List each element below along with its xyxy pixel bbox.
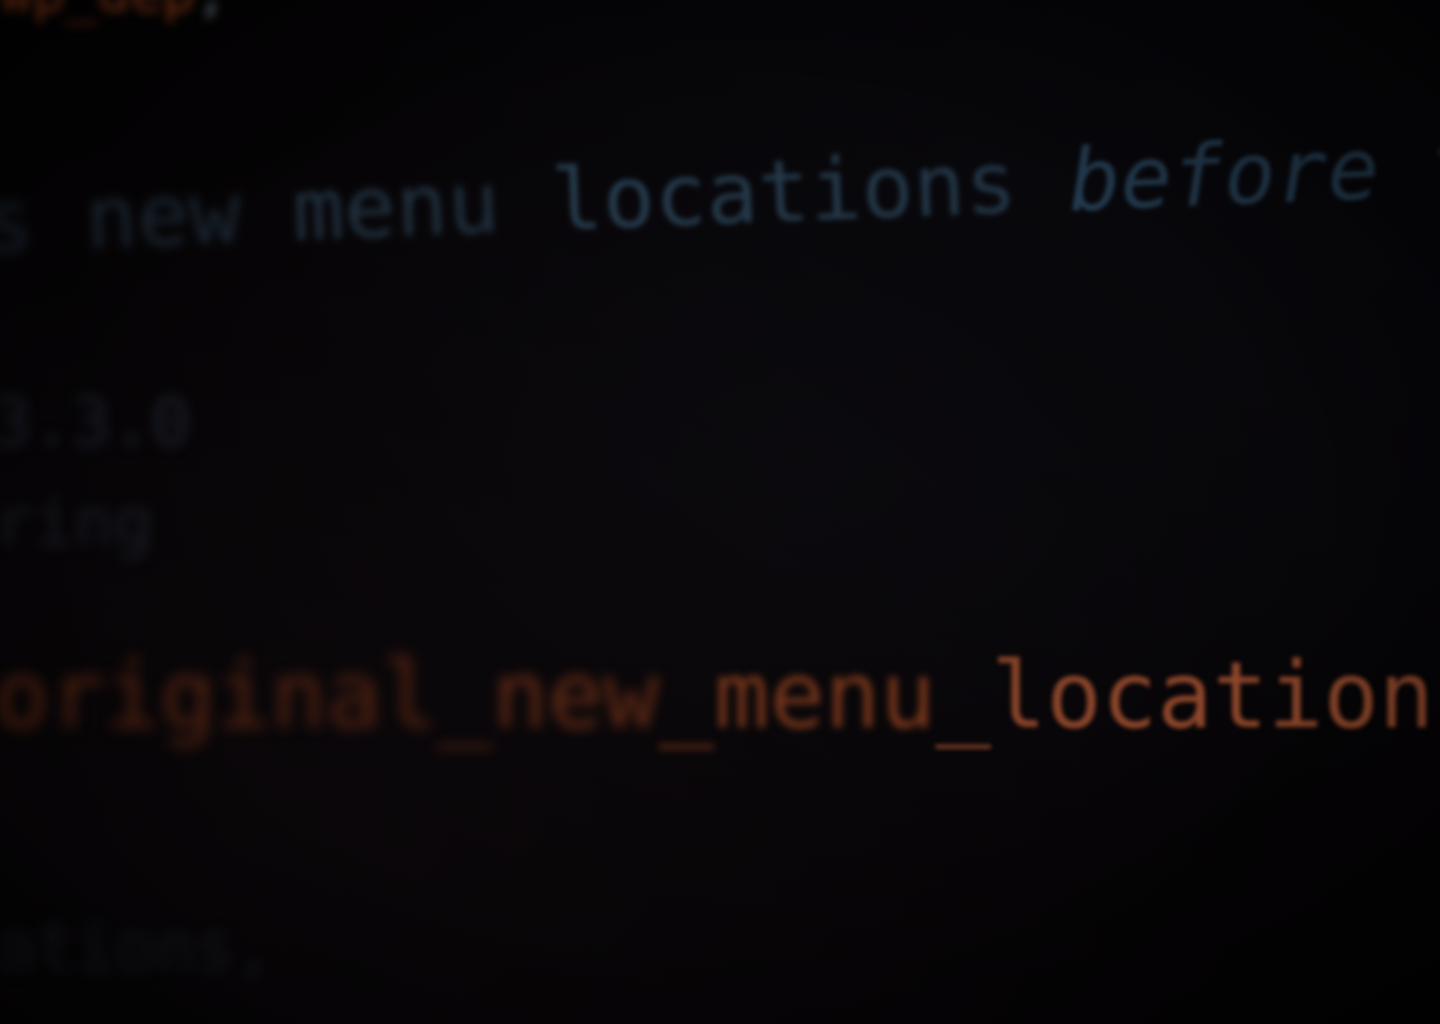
comment-word: menu [290,153,502,262]
code-segment: original [0,642,438,749]
bottom-code-line: ations, [0,909,275,986]
version-line: 3.3.0 [0,384,191,461]
code-segment: _menu [658,642,936,749]
comment-word: before [1066,119,1381,232]
main-code-line: original_new_menu_locations; [0,650,1440,742]
comment-word: the [1428,111,1440,218]
tag-line: ring [0,484,153,561]
top-punctuation: ; [195,0,228,24]
code-segment: _locations [935,642,1440,749]
top-variable: wp_dep [0,0,195,24]
comment-word: locations [549,133,1019,252]
code-segment: _new [437,642,659,749]
comment-word: s [0,171,36,273]
top-code-line: wp_dep; [0,0,228,20]
comment-line: s new menu locations before the theme wa… [0,99,1440,273]
blurred-code-photo: wp_dep; s new menu locations before the … [0,0,1440,1024]
comment-word: new [83,163,243,269]
